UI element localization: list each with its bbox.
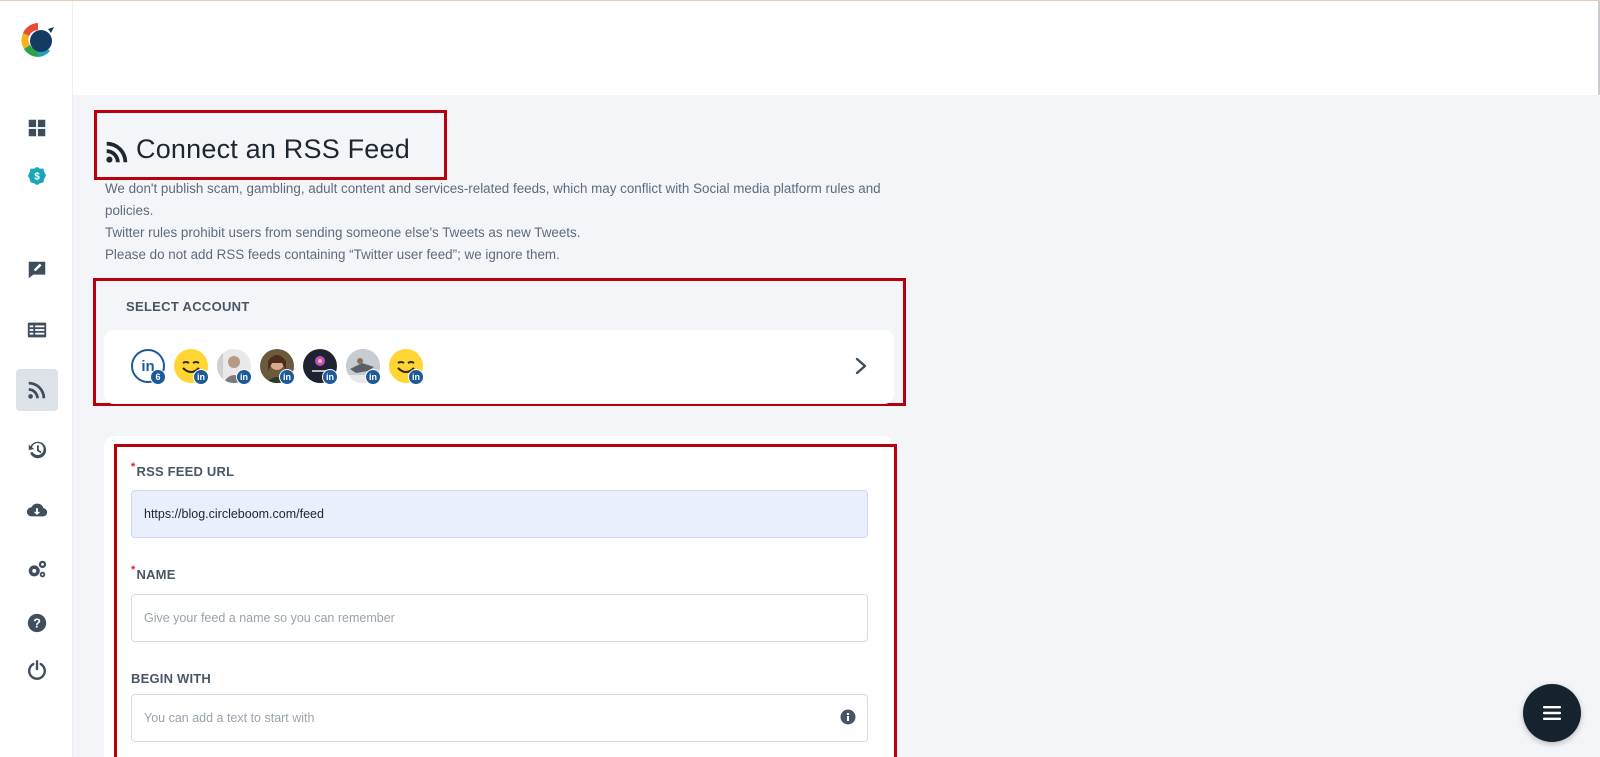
rss-icon [28,381,46,399]
sidebar-item-dashboard[interactable] [16,107,58,149]
linkedin-badge: in [322,369,338,385]
linkedin-badge: in [236,369,252,385]
linkedin-badge: in [365,369,381,385]
sidebar-item-logout[interactable] [16,649,58,691]
svg-text:$: $ [34,172,40,183]
page-title: Connect an RSS Feed [136,134,410,164]
notice-line: Please do not add RSS feeds containing “… [105,247,560,262]
linkedin-badge: in [279,369,295,385]
circleboom-logo[interactable] [20,21,56,59]
svg-text:?: ? [33,616,41,631]
rss-icon [106,141,128,163]
queue-icon [27,322,47,338]
name-input[interactable] [131,594,868,642]
top-header [73,1,1600,95]
sidebar-item-history[interactable] [16,429,58,471]
select-account-label: SELECT ACCOUNT [126,299,250,314]
pricing-icon: $ [27,166,47,186]
account-count-badge: 6 [150,369,166,385]
notice-line: We don't publish scam, gambling, adult c… [105,181,881,218]
name-label: *NAME [131,564,176,582]
feed-url-label-text: RSS FEED URL [136,464,235,479]
sidebar-item-help[interactable]: ? [16,602,58,644]
linkedin-badge: in [408,369,424,385]
sidebar-item-rss[interactable] [16,369,58,411]
linkedin-badge: in [193,369,209,385]
name-label-text: NAME [136,567,176,582]
feed-url-input[interactable] [131,490,868,538]
power-icon [28,660,46,680]
compose-icon [28,261,46,279]
sidebar-item-download[interactable] [16,489,58,531]
notice-line: Twitter rules prohibit users from sendin… [105,225,581,240]
hamburger-menu-icon [1543,706,1561,720]
begin-with-label: BEGIN WITH [131,671,211,686]
help-icon: ? [27,613,47,633]
sidebar-item-compose[interactable] [16,249,58,291]
chevron-right-icon[interactable] [852,356,870,376]
sidebar-item-queue[interactable] [16,309,58,351]
dashboard-icon [28,119,46,137]
sidebar-item-pricing[interactable]: $ [16,155,58,197]
notice-text: We don't publish scam, gambling, adult c… [105,178,895,266]
sidebar: $ ? [0,1,73,757]
settings-icon [28,560,47,578]
menu-fab-button[interactable] [1523,684,1581,742]
info-icon[interactable] [840,709,856,725]
required-mark: * [131,461,136,473]
history-icon [28,441,47,459]
required-mark: * [131,564,136,576]
begin-with-input[interactable] [131,694,868,742]
sidebar-item-settings[interactable] [16,548,58,590]
title-row: Connect an RSS Feed [104,134,410,165]
feed-url-label: *RSS FEED URL [131,461,235,479]
cloud-download-icon [26,503,48,517]
